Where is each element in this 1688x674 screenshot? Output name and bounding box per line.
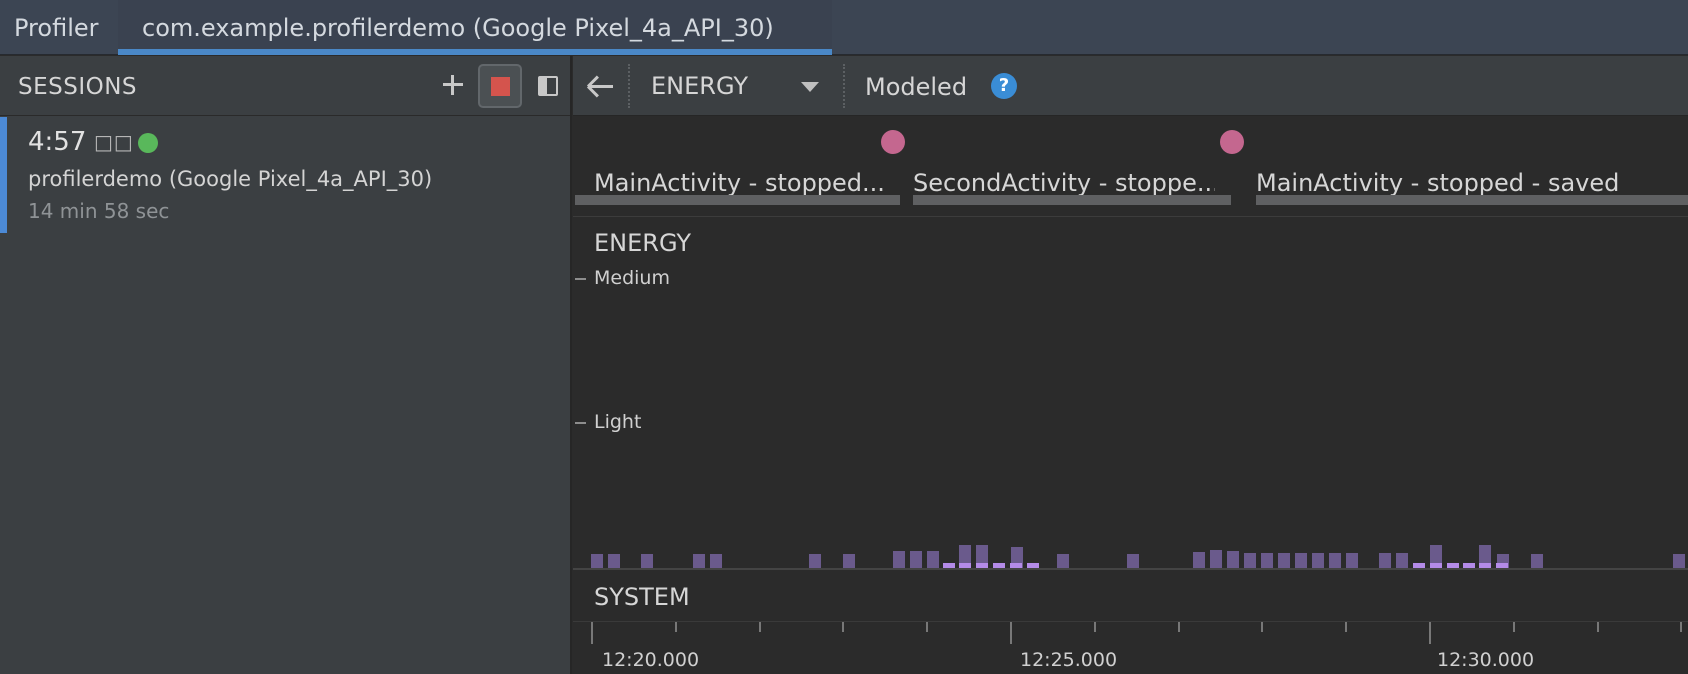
energy-usage-bar — [693, 554, 705, 568]
energy-baseline — [573, 568, 1688, 570]
session-name: profilerdemo (Google Pixel_4a_API_30) — [28, 167, 433, 191]
energy-usage-bar — [809, 554, 821, 568]
energy-usage-bar — [608, 554, 620, 568]
toolbar-separator — [843, 64, 845, 108]
session-selected-indicator — [0, 117, 7, 233]
modeled-label: Modeled — [865, 73, 968, 101]
time-axis-major-tick — [1010, 622, 1012, 644]
time-axis-minor-tick — [759, 622, 761, 632]
sessions-header: SESSIONS — [0, 56, 570, 116]
energy-usage-bar — [1244, 553, 1256, 568]
energy-timeline-panel[interactable]: MainActivity - stopped... SecondActivity… — [573, 117, 1688, 674]
energy-usage-bars — [573, 217, 1688, 674]
energy-usage-bar — [1227, 551, 1239, 568]
energy-usage-bar — [1210, 550, 1222, 568]
add-session-button[interactable] — [440, 72, 466, 98]
activity-lifecycle-bar[interactable] — [575, 195, 900, 205]
tab-session-label: com.example.profilerdemo (Google Pixel_4… — [142, 14, 774, 42]
activity-label[interactable]: SecondActivity - stoppe... — [913, 169, 1215, 197]
user-event-marker[interactable] — [881, 130, 905, 154]
panel-icon — [540, 78, 547, 94]
toolbar-separator — [628, 64, 630, 108]
energy-usage-bar — [1261, 553, 1273, 568]
sessions-title: SESSIONS — [18, 74, 138, 100]
energy-usage-bar — [893, 551, 905, 568]
energy-usage-bar — [1531, 554, 1543, 568]
time-axis[interactable]: 12:20.000 12:25.000 12:30.000 — [573, 622, 1688, 674]
time-axis-label: 12:30.000 — [1437, 649, 1535, 671]
session-live-status-icon — [138, 133, 158, 153]
activity-lifecycle-bar[interactable] — [1256, 195, 1688, 205]
active-tab-indicator — [118, 49, 832, 55]
back-arrow-icon — [589, 85, 613, 88]
time-axis-major-tick — [1429, 622, 1431, 644]
tool-window-tabbar: Profiler com.example.profilerdemo (Googl… — [0, 0, 1688, 55]
activity-lifecycle-bar[interactable] — [913, 195, 1231, 205]
energy-usage-bar — [927, 551, 939, 568]
session-glyphs: □□ — [94, 130, 134, 154]
energy-usage-bar — [1379, 553, 1391, 568]
energy-usage-bar — [1295, 553, 1307, 568]
session-list-item[interactable]: 4:57 □□ profilerdemo (Google Pixel_4a_AP… — [0, 117, 570, 233]
tab-session[interactable]: com.example.profilerdemo (Google Pixel_4… — [118, 0, 832, 55]
back-button[interactable] — [583, 66, 619, 106]
energy-usage-bar — [1346, 553, 1358, 568]
collapse-sessions-button[interactable] — [538, 76, 558, 96]
energy-usage-bar — [843, 554, 855, 568]
time-axis-minor-tick — [1094, 622, 1096, 632]
stop-icon — [491, 77, 510, 96]
profiler-toolbar: ENERGY Modeled ? — [573, 56, 1688, 116]
user-event-marker[interactable] — [1220, 130, 1244, 154]
energy-usage-bar — [1673, 554, 1685, 568]
time-axis-major-tick — [591, 622, 593, 644]
time-axis-minor-tick — [1261, 622, 1263, 632]
time-axis-minor-tick — [675, 622, 677, 632]
stop-session-button[interactable] — [478, 64, 522, 108]
energy-usage-bar — [1329, 553, 1341, 568]
time-axis-minor-tick — [1597, 622, 1599, 632]
session-duration: 14 min 58 sec — [28, 199, 170, 223]
time-axis-minor-tick — [1345, 622, 1347, 632]
energy-usage-bar — [1396, 553, 1408, 568]
time-axis-label: 12:25.000 — [1020, 649, 1118, 671]
help-icon[interactable]: ? — [991, 73, 1017, 99]
energy-usage-bar — [1278, 553, 1290, 568]
time-axis-minor-tick — [1680, 622, 1682, 632]
time-axis-minor-tick — [926, 622, 928, 632]
energy-usage-bar — [1057, 554, 1069, 568]
time-axis-minor-tick — [1178, 622, 1180, 632]
energy-usage-bar — [641, 554, 653, 568]
tab-profiler[interactable]: Profiler — [14, 0, 99, 55]
system-section-title: SYSTEM — [594, 583, 690, 611]
profiler-type-dropdown[interactable]: ENERGY — [651, 56, 831, 116]
time-axis-minor-tick — [1513, 622, 1515, 632]
time-axis-minor-tick — [842, 622, 844, 632]
energy-usage-bar — [1312, 553, 1324, 568]
energy-usage-bar — [1127, 554, 1139, 568]
time-axis-label: 12:20.000 — [602, 649, 700, 671]
sessions-sidebar: SESSIONS 4:57 □□ profilerdemo (Google Pi… — [0, 56, 572, 674]
activity-label[interactable]: MainActivity - stopped... — [594, 169, 896, 197]
session-start-time: 4:57 — [28, 127, 87, 157]
activity-label[interactable]: MainActivity - stopped - saved — [1256, 169, 1681, 197]
energy-usage-bar — [710, 554, 722, 568]
chevron-down-icon — [801, 82, 819, 92]
energy-usage-bar — [1193, 552, 1205, 568]
energy-usage-bar — [910, 551, 922, 568]
dropdown-selected-value: ENERGY — [651, 72, 749, 100]
energy-usage-bar — [591, 554, 603, 568]
